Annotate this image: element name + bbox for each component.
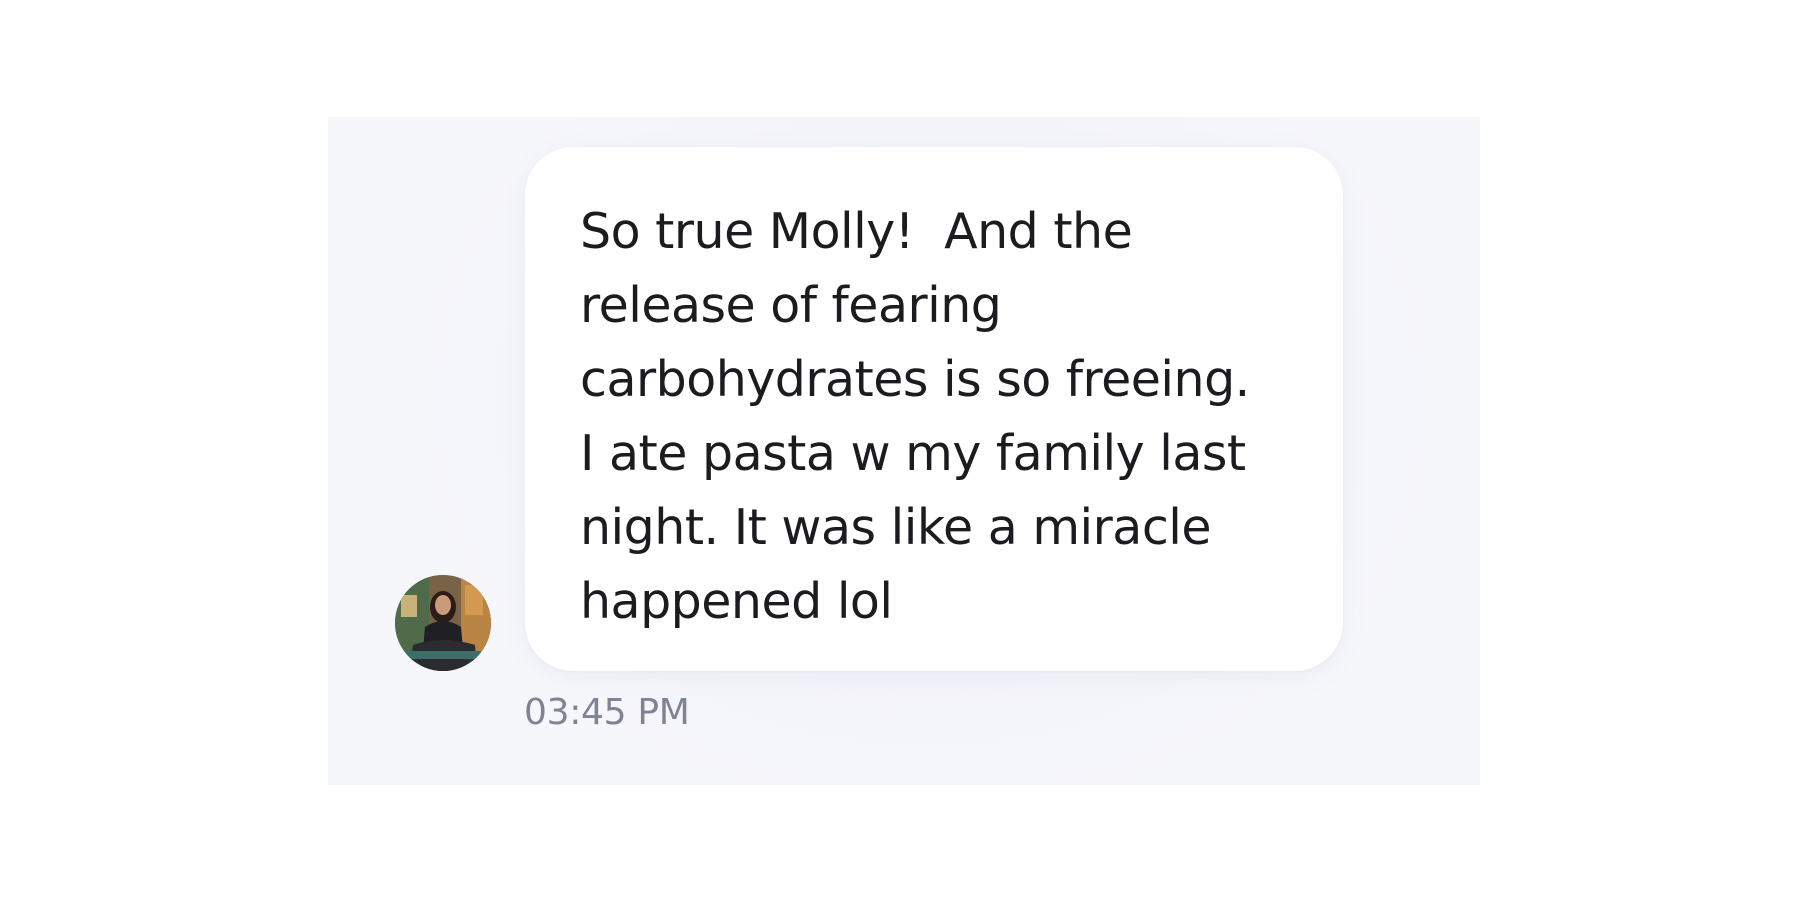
message-bubble[interactable]: So true Molly! And the release of fearin… [525,147,1343,671]
screen: So true Molly! And the release of fearin… [0,0,1800,900]
avatar-photo-icon [395,575,491,671]
message-text: So true Molly! And the release of fearin… [580,203,1250,630]
chat-panel: So true Molly! And the release of fearin… [328,117,1480,785]
message-timestamp: 03:45 PM [524,692,690,733]
sender-avatar[interactable] [395,575,491,671]
